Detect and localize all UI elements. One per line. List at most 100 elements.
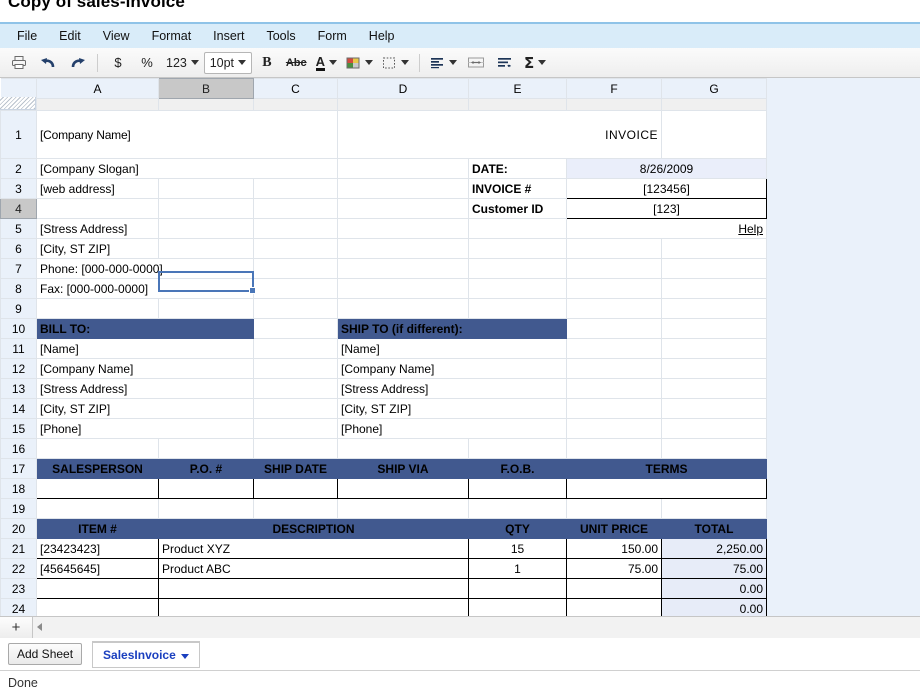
row-header-3[interactable]: 3 <box>0 178 37 199</box>
cell-empty[interactable] <box>158 178 254 199</box>
menu-item-file[interactable]: File <box>6 26 48 46</box>
terms-header-shipdate[interactable]: SHIP DATE <box>253 458 338 479</box>
cell-empty[interactable] <box>253 298 338 319</box>
cell-empty[interactable] <box>566 418 662 439</box>
cell-empty[interactable] <box>661 110 767 159</box>
row-header-23[interactable]: 23 <box>0 578 37 599</box>
row-header-15[interactable]: 15 <box>0 418 37 439</box>
bill-to-line[interactable]: [Name] <box>36 338 254 359</box>
row-header-21[interactable]: 21 <box>0 538 37 559</box>
cell-empty[interactable] <box>253 438 338 459</box>
text-color-button[interactable]: A <box>312 51 341 75</box>
add-rows-button[interactable]: + <box>0 616 33 638</box>
sheet-tab-salesinvoice[interactable]: SalesInvoice <box>92 640 200 668</box>
cell-empty[interactable] <box>253 278 338 299</box>
column-header-d[interactable]: D <box>337 78 469 99</box>
cell-empty[interactable] <box>36 198 159 219</box>
cell-empty[interactable] <box>36 298 159 319</box>
item-cell-unitprice[interactable]: 75.00 <box>566 558 662 579</box>
row-header-24[interactable]: 24 <box>0 598 37 616</box>
item-cell-description[interactable]: Product XYZ <box>158 538 469 559</box>
cell-company-name[interactable]: [Company Name] <box>36 110 338 159</box>
row-header-6[interactable]: 6 <box>0 238 37 259</box>
row-header-14[interactable]: 14 <box>0 398 37 419</box>
item-cell-itemno[interactable]: [23423423] <box>36 538 159 559</box>
menu-item-view[interactable]: View <box>92 26 141 46</box>
corner-header[interactable] <box>0 78 37 99</box>
cell-date-value[interactable]: 8/26/2009 <box>566 158 767 179</box>
scroll-track[interactable] <box>33 616 920 638</box>
cell-empty[interactable] <box>253 218 338 239</box>
cell-empty[interactable] <box>468 298 567 319</box>
menu-item-insert[interactable]: Insert <box>202 26 255 46</box>
cell-empty[interactable] <box>253 498 338 519</box>
cell-empty[interactable] <box>661 298 767 319</box>
column-header-g[interactable]: G <box>661 78 767 99</box>
row-header-8[interactable]: 8 <box>0 278 37 299</box>
ship-to-line[interactable]: [Name] <box>337 338 567 359</box>
item-cell-total[interactable]: 0.00 <box>661 578 767 599</box>
cell-empty[interactable] <box>661 418 767 439</box>
cell-empty[interactable] <box>468 218 567 239</box>
number-format-button[interactable]: 123 <box>162 51 203 75</box>
bill-to-line[interactable]: [City, ST ZIP] <box>36 398 254 419</box>
row-header-18[interactable]: 18 <box>0 478 37 499</box>
sum-button[interactable]: Σ <box>520 51 550 75</box>
cell-empty[interactable] <box>158 298 254 319</box>
cell-empty[interactable] <box>337 178 469 199</box>
cell-customer-id-label[interactable]: Customer ID <box>468 198 567 219</box>
cell-empty[interactable] <box>337 298 469 319</box>
cell-empty[interactable] <box>566 438 662 459</box>
row-header-1[interactable]: 1 <box>0 110 37 159</box>
cell-b4-selected[interactable] <box>158 198 254 219</box>
item-header-itemno[interactable]: ITEM # <box>36 518 159 539</box>
menu-item-format[interactable]: Format <box>141 26 203 46</box>
scroll-left-icon[interactable] <box>37 623 42 631</box>
cell-empty[interactable] <box>253 198 338 219</box>
terms-value-fob[interactable] <box>468 478 567 499</box>
cell-empty[interactable] <box>158 238 254 259</box>
menu-item-form[interactable]: Form <box>307 26 358 46</box>
cell-empty[interactable] <box>337 438 469 459</box>
cell-empty[interactable] <box>253 378 338 399</box>
menu-item-tools[interactable]: Tools <box>255 26 306 46</box>
item-cell-total[interactable]: 0.00 <box>661 598 767 616</box>
item-cell-itemno[interactable] <box>36 598 159 616</box>
row-header-19[interactable]: 19 <box>0 498 37 519</box>
cell-empty[interactable] <box>661 338 767 359</box>
cell-empty[interactable] <box>253 338 338 359</box>
cell-empty[interactable] <box>661 438 767 459</box>
column-header-b[interactable]: B <box>158 78 254 99</box>
cell-empty[interactable] <box>253 178 338 199</box>
row-header-2[interactable]: 2 <box>0 158 37 179</box>
row-header-10[interactable]: 10 <box>0 318 37 339</box>
item-cell-description[interactable] <box>158 578 469 599</box>
print-button[interactable] <box>5 51 33 75</box>
row-header-9[interactable]: 9 <box>0 298 37 319</box>
bill-to-line[interactable]: [Company Name] <box>36 358 254 379</box>
row-header-7[interactable]: 7 <box>0 258 37 279</box>
cell-empty[interactable] <box>158 438 254 459</box>
terms-value-shipvia[interactable] <box>337 478 469 499</box>
cell-empty[interactable] <box>566 318 662 339</box>
item-header-qty[interactable]: QTY <box>468 518 567 539</box>
row-header-13[interactable]: 13 <box>0 378 37 399</box>
menu-item-edit[interactable]: Edit <box>48 26 92 46</box>
cell-empty[interactable] <box>566 378 662 399</box>
terms-value-po[interactable] <box>158 478 254 499</box>
cell-empty[interactable] <box>337 278 469 299</box>
ship-to-line[interactable]: [Phone] <box>337 418 567 439</box>
ship-to-line[interactable]: [City, ST ZIP] <box>337 398 567 419</box>
cell-empty[interactable] <box>661 498 767 519</box>
wrap-text-button[interactable] <box>491 51 519 75</box>
item-cell-itemno[interactable] <box>36 578 159 599</box>
percent-format-button[interactable]: % <box>133 51 161 75</box>
terms-header-po[interactable]: P.O. # <box>158 458 254 479</box>
item-cell-qty[interactable]: 1 <box>468 558 567 579</box>
help-link[interactable]: Help <box>566 218 767 239</box>
cell-empty[interactable] <box>566 338 662 359</box>
cell-empty[interactable] <box>566 498 662 519</box>
column-header-f[interactable]: F <box>566 78 662 99</box>
cell-date-label[interactable]: DATE: <box>468 158 567 179</box>
row-header-17[interactable]: 17 <box>0 458 37 479</box>
